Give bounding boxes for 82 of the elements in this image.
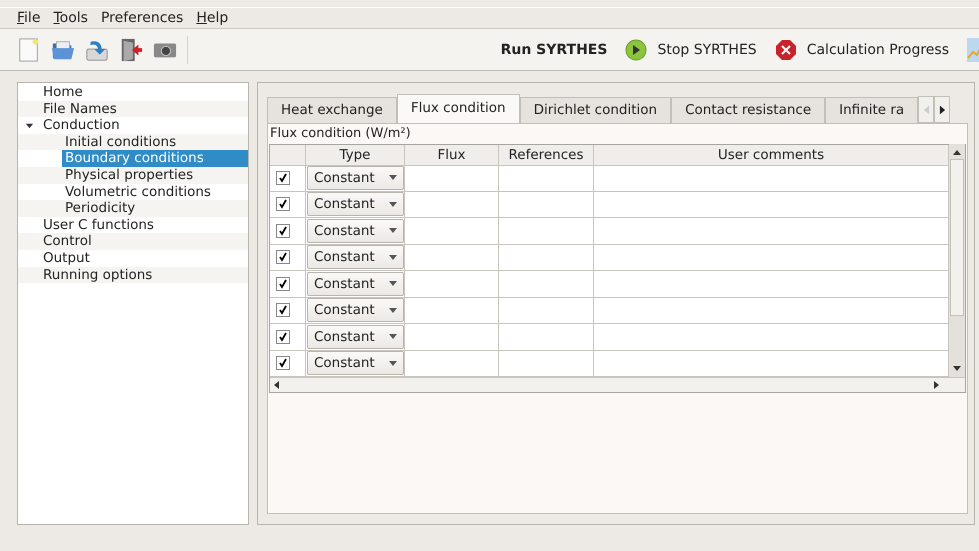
section-label: Flux condition (W/m²) [269, 126, 412, 141]
checkbox[interactable] [276, 303, 290, 318]
up-arrow-icon[interactable] [953, 150, 961, 155]
table-cell[interactable] [405, 165, 499, 192]
table-cell[interactable] [405, 271, 499, 298]
tab[interactable]: Contact resistance [671, 97, 826, 123]
type-dropdown[interactable]: Constant [307, 324, 404, 349]
type-dropdown[interactable]: Constant [307, 192, 404, 216]
expand-arrow-icon[interactable] [24, 120, 34, 130]
checkbox[interactable] [276, 250, 290, 264]
vertical-scrollbar[interactable] [949, 144, 965, 377]
table-cell[interactable] [499, 324, 594, 350]
table-cell[interactable] [594, 192, 949, 218]
scroll-thumb[interactable] [950, 159, 964, 316]
tab[interactable]: Infinite ra [825, 97, 918, 123]
play-icon[interactable] [625, 38, 648, 60]
caret-icon [389, 228, 397, 234]
toolbar-action[interactable]: Calculation Progress [806, 42, 949, 58]
column-header[interactable]: References [499, 145, 594, 166]
checkbox[interactable] [276, 197, 290, 212]
type-dropdown[interactable]: Constant [307, 351, 404, 376]
table-cell[interactable] [499, 298, 594, 324]
down-arrow-icon[interactable] [953, 366, 961, 371]
caret-icon [389, 175, 397, 180]
tab[interactable]: Flux condition [396, 94, 520, 123]
toolbar-action[interactable]: Run SYRTHES [500, 42, 608, 58]
caret-icon [389, 202, 397, 207]
table-cell[interactable] [405, 244, 499, 271]
type-dropdown[interactable]: Constant [307, 298, 404, 322]
stop-icon[interactable] [774, 38, 797, 60]
tree-item[interactable]: Home [40, 84, 86, 101]
menu-item[interactable]: Help [196, 10, 228, 26]
type-dropdown[interactable]: Constant [307, 272, 404, 296]
checkbox[interactable] [276, 276, 290, 291]
caret-icon [389, 281, 397, 286]
table-cell[interactable] [594, 298, 949, 324]
checkbox[interactable] [276, 330, 290, 344]
tree-item[interactable]: Boundary conditions [62, 150, 248, 167]
caret-icon [389, 254, 397, 260]
column-header[interactable]: Flux [405, 145, 499, 166]
left-arrow-icon[interactable] [274, 381, 279, 389]
type-dropdown[interactable]: Constant [307, 218, 404, 243]
caret-icon [389, 308, 397, 313]
table-cell[interactable] [594, 324, 949, 350]
table-cell[interactable] [499, 271, 594, 298]
menu-item[interactable]: File [17, 10, 40, 26]
horizontal-scrollbar[interactable] [270, 377, 965, 392]
table-cell[interactable] [405, 324, 499, 350]
tab[interactable]: Dirichlet condition [520, 97, 672, 123]
checkbox[interactable] [276, 224, 290, 238]
type-dropdown[interactable]: Constant [307, 166, 404, 190]
table-cell[interactable] [594, 165, 949, 192]
table-cell[interactable] [499, 192, 594, 218]
table-cell[interactable] [594, 218, 949, 244]
table-cell[interactable] [594, 271, 949, 298]
new-file-icon[interactable] [17, 38, 41, 62]
menu-item[interactable]: Tools [53, 10, 88, 26]
exit-icon[interactable] [119, 38, 143, 62]
checkbox[interactable] [276, 170, 290, 185]
caret-icon [389, 334, 397, 340]
caret-icon [389, 360, 397, 366]
right-arrow-icon [938, 104, 946, 114]
tree-item[interactable]: Volumetric conditions [62, 184, 214, 200]
scroll-right-button[interactable] [934, 96, 950, 123]
table-cell[interactable] [405, 218, 499, 244]
table-cell[interactable] [405, 192, 499, 218]
table-cell[interactable] [499, 218, 594, 244]
menu-item[interactable]: Preferences [100, 10, 184, 26]
tree-item[interactable]: User C functions [40, 216, 157, 234]
left-arrow-icon [922, 104, 930, 114]
tree-item[interactable]: Conduction [40, 117, 123, 134]
checkbox[interactable] [276, 356, 290, 370]
type-dropdown[interactable]: Constant [307, 245, 404, 270]
toolbar-action[interactable]: Stop SYRTHES [657, 42, 757, 58]
tree-item[interactable]: Output [40, 250, 93, 267]
table-cell[interactable] [499, 244, 594, 271]
tab[interactable]: Heat exchange [267, 97, 397, 123]
column-header[interactable]: User comments [594, 145, 949, 166]
table-cell[interactable] [499, 165, 594, 192]
right-arrow-icon[interactable] [934, 381, 939, 389]
table-cell[interactable] [405, 298, 499, 324]
table-cell[interactable] [594, 244, 949, 271]
